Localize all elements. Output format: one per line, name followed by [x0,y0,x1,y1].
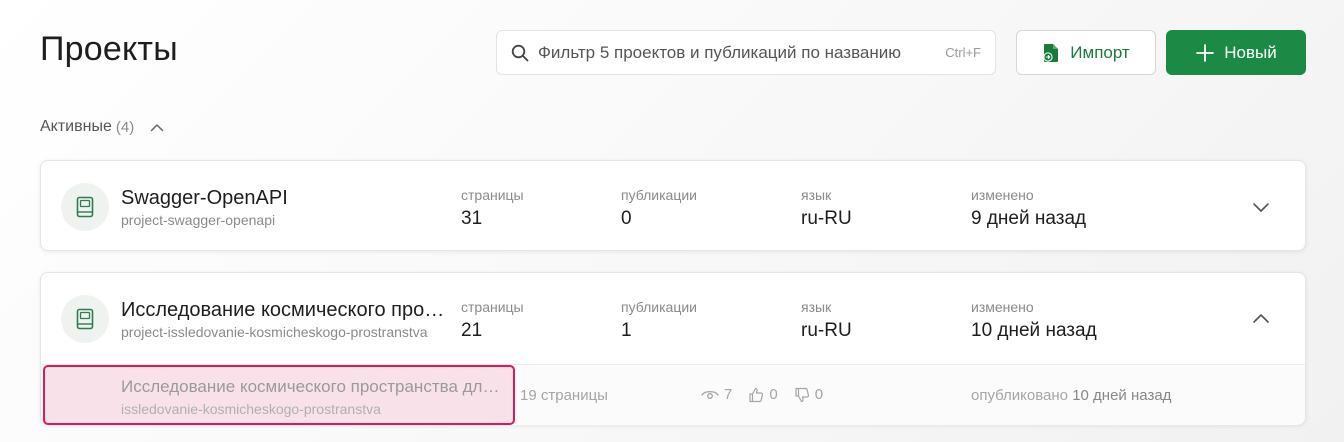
section-label: Активные [40,118,112,135]
chevron-down-icon[interactable] [1251,197,1271,217]
project-card[interactable]: Swagger-OpenAPI project-swagger-openapi … [40,160,1306,251]
stat-publications: публикации 0 [621,187,697,230]
stat-language: язык ru-RU [801,299,852,342]
stat-publications-label: публикации [621,299,697,315]
import-button[interactable]: Импорт [1016,30,1156,75]
publication-row[interactable]: Исследование космического пространства д… [41,364,1305,425]
project-slug: project-swagger-openapi [121,212,276,228]
stat-pages-value: 31 [461,208,483,229]
stat-publications-label: публикации [621,187,697,203]
stat-modified: изменено 9 дней назад [971,187,1086,230]
stat-modified: изменено 10 дней назад [971,299,1097,342]
stat-pages-label: страницы [461,299,524,315]
publication-likes: 0 [769,386,778,403]
stat-language-label: язык [801,187,832,203]
stat-pages-value: 21 [461,320,483,341]
search-input[interactable] [538,42,926,63]
thumbs-down-icon [795,387,809,402]
file-import-icon [1043,43,1059,62]
chevron-up-icon[interactable] [150,123,164,132]
search-shortcut: Ctrl+F [945,45,981,60]
stat-publications-value: 0 [621,208,632,229]
project-row[interactable]: Swagger-OpenAPI project-swagger-openapi … [41,161,1305,252]
section-count: (4) [115,118,135,136]
stat-pages-label: страницы [461,187,524,203]
stat-publications-value: 1 [621,320,632,341]
project-avatar [61,183,109,231]
publication-published-when: 10 дней назад [1072,387,1172,404]
publication-pages: 19 страницы [520,387,608,404]
stat-modified-value: 9 дней назад [971,208,1087,229]
stat-language-value: ru-RU [801,208,852,229]
section-active-header[interactable]: Активные (4) [40,118,164,136]
publication-published-label: опубликовано [971,387,1069,404]
publication-published: опубликовано 10 дней назад [971,387,1171,404]
stat-language-label: язык [801,299,832,315]
stat-pages: страницы 31 [461,187,524,230]
book-icon [76,196,94,218]
new-button[interactable]: Новый [1166,30,1306,75]
page-title: Проекты [40,30,178,68]
search-icon [511,44,529,61]
publication-dislikes: 0 [814,386,824,403]
stat-modified-value: 10 дней назад [971,320,1097,341]
stat-language-value: ru-RU [801,320,852,341]
project-avatar [61,295,109,343]
stat-modified-label: изменено [971,299,1034,315]
thumbs-up-icon [749,387,764,402]
project-row[interactable]: Исследование космического пространства p… [41,273,1305,364]
publication-views: 7 [724,386,733,403]
publication-name[interactable]: Исследование космического пространства д… [121,377,506,397]
stat-language: язык ru-RU [801,187,852,230]
new-button-label: Новый [1224,42,1277,62]
search-box[interactable]: Ctrl+F [496,30,996,75]
project-slug: project-issledovanie-kosmicheskogo-prost… [121,324,428,340]
chevron-up-icon[interactable] [1251,309,1271,329]
plus-icon [1196,43,1215,62]
stat-modified-label: изменено [971,187,1034,203]
publication-metrics: 7 0 0 [701,386,823,403]
import-button-label: Импорт [1070,42,1130,62]
publication-slug: issledovanie-kosmicheskogo-prostranstva [121,401,381,417]
stat-publications: публикации 1 [621,299,697,342]
book-icon [76,308,94,330]
project-name[interactable]: Swagger-OpenAPI [121,187,451,210]
project-card[interactable]: Исследование космического пространства p… [40,272,1306,425]
stat-pages: страницы 21 [461,299,524,342]
project-name[interactable]: Исследование космического пространства [121,299,451,322]
eye-icon [701,390,719,399]
